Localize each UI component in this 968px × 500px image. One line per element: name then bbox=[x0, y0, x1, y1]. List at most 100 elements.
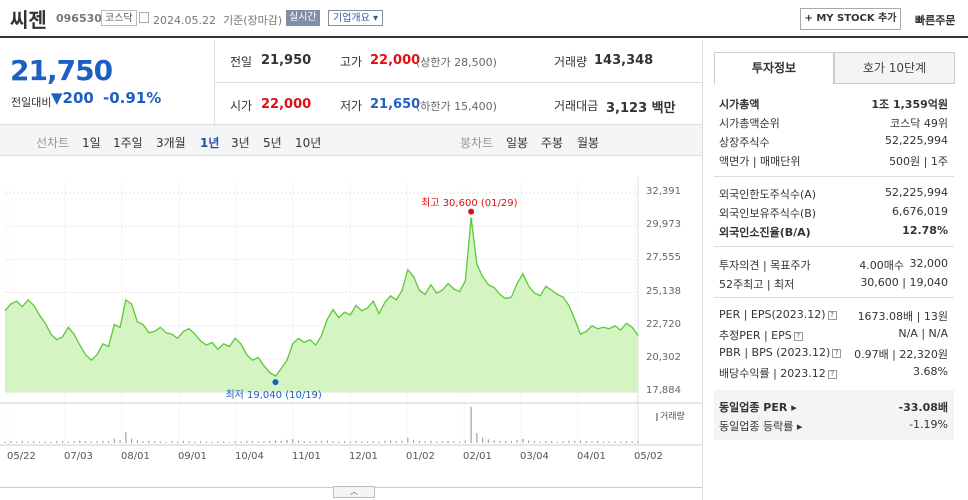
volume-value: 143,348 bbox=[594, 53, 654, 68]
tab-invest-info[interactable]: 투자정보 bbox=[714, 52, 834, 84]
period-1w[interactable]: 1주일 bbox=[113, 134, 143, 151]
volume-bar bbox=[533, 441, 536, 443]
high-marker bbox=[468, 208, 475, 215]
volume-bar bbox=[297, 440, 300, 443]
volume-bar bbox=[320, 440, 323, 443]
volume-bar bbox=[430, 440, 432, 443]
est-per-value: N/A | N/A bbox=[898, 327, 948, 340]
period-1d[interactable]: 1일 bbox=[82, 134, 101, 151]
sector-per-label[interactable]: 동일업종 PER ▸ bbox=[719, 399, 797, 415]
volume-bar bbox=[424, 441, 426, 443]
change-label: 전일대비 bbox=[11, 96, 52, 109]
volume-bar bbox=[493, 440, 495, 443]
price-change-pct: -0.91% bbox=[103, 89, 162, 107]
dividend-label: 배당수익률 | 2023.12? bbox=[719, 365, 837, 381]
high-annotation: 최고 30,600 (01/29) bbox=[421, 197, 518, 209]
opinion-label: 투자의견 | 목표주가 bbox=[719, 259, 811, 272]
dividend-value: 3.68% bbox=[913, 365, 948, 378]
rows2-label: 외국인보유주식수(B) bbox=[719, 207, 817, 220]
rows1-label: 시가총액 bbox=[719, 98, 760, 111]
period-3m[interactable]: 3개월 bbox=[156, 134, 186, 151]
candle-weekly[interactable]: 주봉 bbox=[541, 134, 563, 151]
volume-bar bbox=[602, 441, 605, 443]
candle-monthly[interactable]: 월봉 bbox=[577, 134, 599, 151]
volume-bar bbox=[44, 441, 46, 443]
current-price: 21,750 bbox=[10, 54, 113, 87]
volume-bar bbox=[343, 441, 346, 443]
volume-bar bbox=[148, 440, 150, 443]
tab-orderbook[interactable]: 호가 10단계 bbox=[834, 52, 955, 84]
volume-bar bbox=[551, 441, 553, 443]
help-icon[interactable]: ? bbox=[793, 331, 803, 341]
low-value: 21,650 bbox=[370, 97, 421, 112]
x-tick-label: 03/04 bbox=[520, 451, 549, 462]
rows2-value: 12.78% bbox=[902, 224, 948, 237]
volume-bar bbox=[579, 440, 582, 443]
x-tick-label: 05/22 bbox=[7, 451, 36, 462]
volume-bar bbox=[361, 441, 363, 443]
sector-rate-label[interactable]: 동일업종 등락률 ▸ bbox=[719, 418, 802, 434]
rows1-label: 시가총액순위 bbox=[719, 117, 780, 130]
volume-bar bbox=[107, 441, 110, 443]
candle-daily[interactable]: 일봉 bbox=[506, 134, 528, 151]
est-per-label: 추정PER | EPS? bbox=[719, 327, 803, 343]
period-10y[interactable]: 10년 bbox=[295, 134, 321, 151]
volume-bar bbox=[67, 441, 69, 443]
price-chart bbox=[0, 176, 702, 452]
open-value: 22,000 bbox=[261, 97, 312, 112]
volume-bar bbox=[355, 440, 357, 443]
volume-bar bbox=[597, 441, 599, 443]
volume-bar bbox=[482, 437, 484, 443]
volume-bar bbox=[286, 439, 288, 443]
x-tick-label: 07/03 bbox=[64, 451, 93, 462]
period-5y[interactable]: 5년 bbox=[263, 134, 282, 151]
volume-bar bbox=[412, 440, 415, 443]
volume-bar bbox=[338, 441, 340, 443]
volume-bar bbox=[528, 440, 530, 443]
volume-bar bbox=[84, 441, 87, 443]
volume-bar bbox=[165, 441, 167, 443]
lower-limit: (하한가 15,400) bbox=[416, 100, 497, 113]
y-tick-label: 20,302 bbox=[646, 351, 681, 363]
volume-bar bbox=[4, 441, 6, 443]
volume-bar bbox=[38, 441, 41, 443]
low-marker bbox=[272, 379, 279, 386]
volume-bar bbox=[401, 440, 403, 443]
y-tick-label: 25,138 bbox=[646, 285, 681, 297]
volume-bar bbox=[182, 440, 184, 443]
prev-close-label: 전일 bbox=[230, 55, 253, 69]
volume-bar bbox=[102, 440, 104, 443]
stock-code: 096530 bbox=[56, 12, 102, 25]
x-tick-label: 10/04 bbox=[235, 451, 264, 462]
collapse-toggle-button[interactable]: ︿ bbox=[333, 486, 375, 498]
rows2-label: 외국인소진율(B/A) bbox=[719, 226, 811, 239]
quote-date: 2024.05.22 기준(장마감) bbox=[153, 14, 283, 27]
volume-bar bbox=[516, 440, 518, 443]
open-label: 시가 bbox=[230, 99, 253, 113]
volume-bar bbox=[562, 441, 564, 443]
volume-bar bbox=[614, 441, 616, 443]
volume-bar bbox=[90, 441, 92, 443]
price-area bbox=[5, 217, 638, 392]
volume-bar bbox=[568, 440, 570, 443]
add-my-stock-button[interactable]: + MY STOCK 추가 bbox=[800, 8, 901, 30]
volume-bar bbox=[113, 438, 115, 443]
volume-bar bbox=[188, 441, 190, 443]
period-1y[interactable]: 1년 bbox=[200, 134, 219, 151]
volume-bar bbox=[177, 441, 179, 443]
period-3y[interactable]: 3년 bbox=[231, 134, 250, 151]
realtime-button[interactable]: 실시간 bbox=[286, 10, 320, 26]
quick-order-button[interactable]: 빠른주문 bbox=[915, 12, 955, 28]
volume-bar bbox=[625, 441, 628, 443]
x-tick-label: 08/01 bbox=[121, 451, 150, 462]
volume-bar bbox=[119, 440, 121, 443]
corp-info-dropdown[interactable]: 기업개요 ▾ bbox=[328, 10, 383, 26]
volume-bar bbox=[154, 441, 156, 443]
section-divider bbox=[714, 176, 954, 177]
y-tick-label: 32,391 bbox=[646, 186, 681, 197]
x-tick-label: 04/01 bbox=[577, 451, 606, 462]
volume-bar bbox=[522, 438, 524, 443]
volume-bar bbox=[136, 440, 138, 443]
rows2-value: 6,676,019 bbox=[892, 205, 948, 218]
volume-bar bbox=[159, 441, 161, 443]
